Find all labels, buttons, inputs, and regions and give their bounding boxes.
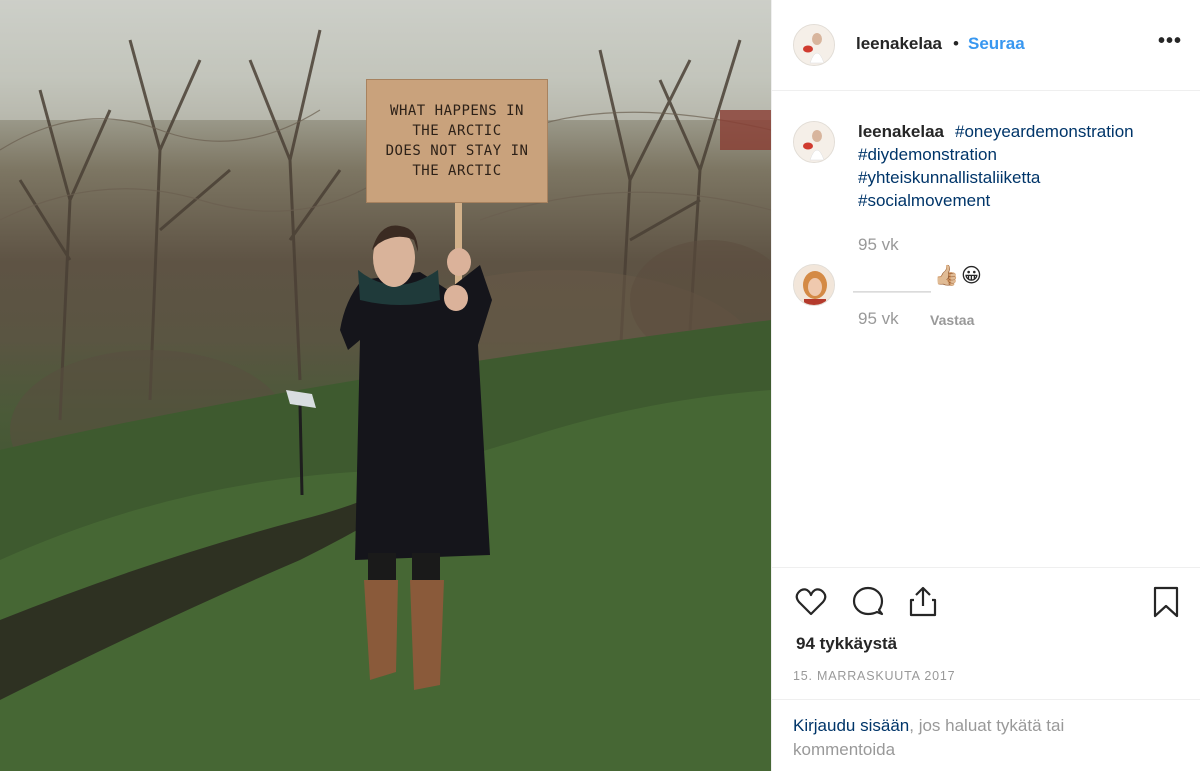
comment-icon[interactable] bbox=[851, 585, 885, 619]
avatar-image bbox=[794, 265, 834, 305]
hashtag-link[interactable]: #diydemonstration bbox=[858, 145, 997, 165]
avatar-image bbox=[794, 122, 834, 162]
bookmark-icon[interactable] bbox=[1149, 585, 1183, 619]
user-avatar[interactable] bbox=[793, 24, 835, 66]
comment-timestamp[interactable]: 95 vk bbox=[858, 309, 899, 329]
more-options-icon[interactable]: ••• bbox=[1158, 30, 1182, 53]
hashtag-link[interactable]: #socialmovement bbox=[858, 191, 990, 211]
post-sidebar: leenakelaa • Seuraa ••• leenakelaa #oney… bbox=[771, 0, 1200, 771]
protest-sign: WHAT HAPPENS IN THE ARCTIC DOES NOT STAY… bbox=[366, 79, 548, 203]
commenter-avatar[interactable] bbox=[793, 264, 835, 306]
hidden-username[interactable] bbox=[853, 264, 931, 292]
caption-avatar[interactable] bbox=[793, 121, 835, 163]
follow-button[interactable]: Seuraa bbox=[968, 34, 1025, 54]
header-username[interactable]: leenakelaa bbox=[856, 34, 942, 54]
thumbs-up-emoji: 👍🏼 bbox=[934, 265, 959, 287]
reply-button[interactable]: Vastaa bbox=[930, 312, 974, 328]
hashtag-link[interactable]: #yhteiskunnallistaliiketta bbox=[858, 168, 1040, 188]
avatar-image bbox=[794, 25, 834, 65]
share-icon[interactable] bbox=[906, 584, 940, 618]
post-photo[interactable]: WHAT HAPPENS IN THE ARCTIC DOES NOT STAY… bbox=[0, 0, 771, 771]
grinning-face-emoji: 😀 bbox=[961, 265, 982, 287]
login-link[interactable]: Kirjaudu sisään bbox=[793, 716, 909, 735]
caption-timestamp[interactable]: 95 vk bbox=[858, 235, 899, 255]
sign-text: WHAT HAPPENS IN THE ARCTIC DOES NOT STAY… bbox=[385, 103, 529, 179]
likes-count[interactable]: 94 tykkäystä bbox=[796, 634, 897, 654]
post-header: leenakelaa • Seuraa ••• bbox=[772, 0, 1200, 91]
hashtag-link[interactable]: #oneyeardemonstration bbox=[955, 122, 1134, 142]
header-separator: • bbox=[953, 34, 959, 53]
login-prompt: Kirjaudu sisään, jos haluat tykätä tai k… bbox=[772, 699, 1200, 771]
heart-icon[interactable] bbox=[794, 585, 828, 619]
post-date[interactable]: 15. MARRASKUUTA 2017 bbox=[793, 669, 955, 683]
caption-username[interactable]: leenakelaa bbox=[858, 122, 944, 142]
login-text: Kirjaudu sisään, jos haluat tykätä tai k… bbox=[793, 714, 1153, 762]
